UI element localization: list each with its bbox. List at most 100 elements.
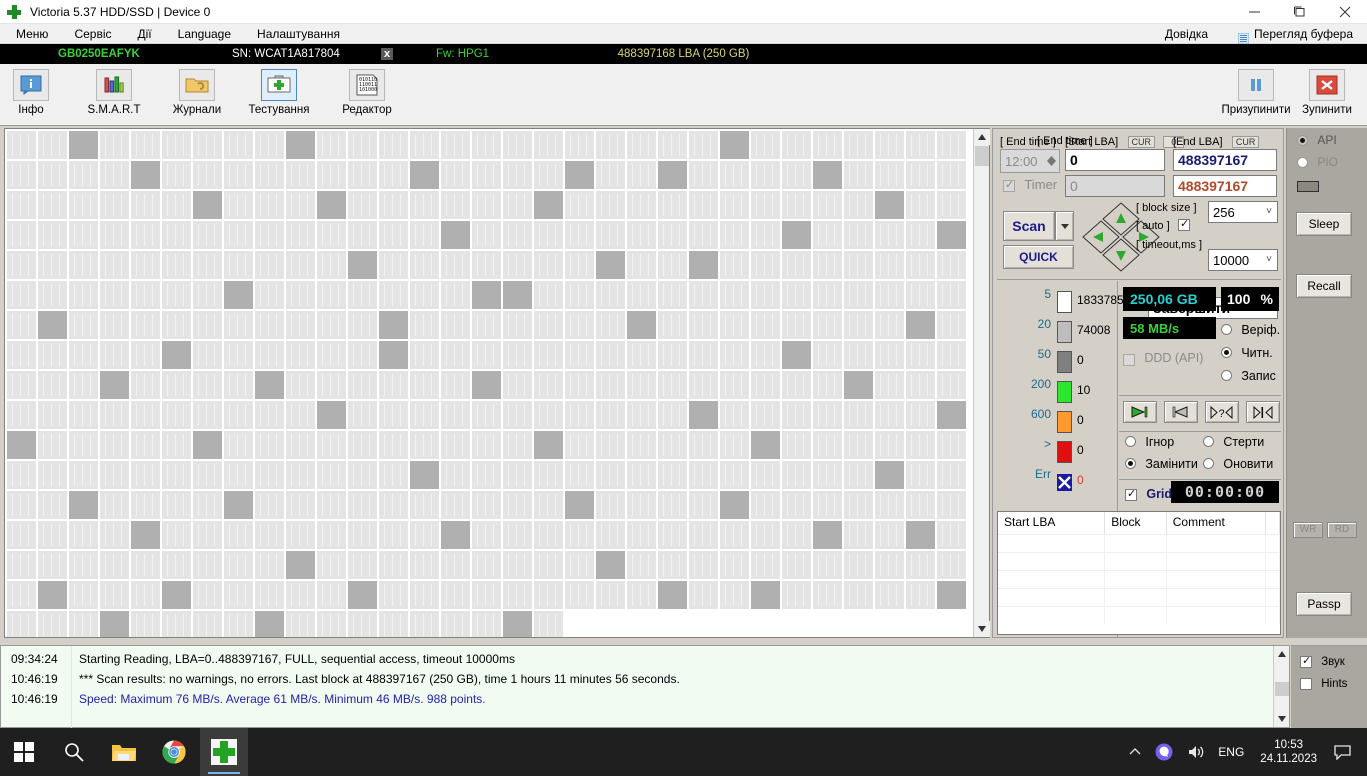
toolbar-button-info[interactable]: Інфо (0, 67, 62, 123)
menu-item-language[interactable]: Language (168, 24, 241, 44)
ddd-api-row[interactable]: DDD (API) (1123, 351, 1203, 367)
action-ignore-row[interactable]: Ігнор (1125, 435, 1174, 449)
scan-map-grid[interactable] (5, 129, 974, 637)
menu-item-actions[interactable]: Дії (128, 24, 162, 44)
pio-radio[interactable] (1297, 157, 1308, 168)
block-size-select[interactable]: 256 ˅ (1208, 201, 1278, 223)
toolbar-button-logs[interactable]: Журнали (166, 67, 228, 123)
action-refresh-radio[interactable] (1203, 458, 1214, 469)
recall-button[interactable]: Recall (1296, 274, 1352, 298)
sound-option-row[interactable]: Звук (1300, 654, 1345, 669)
timer-checkbox[interactable] (1003, 178, 1015, 192)
scan-button[interactable]: Scan (1003, 211, 1055, 241)
end-time-spinner[interactable] (1047, 155, 1059, 167)
log-scroll-down-icon[interactable] (1274, 711, 1290, 727)
mode-verify-radio[interactable] (1221, 324, 1232, 335)
file-explorer-icon[interactable] (100, 728, 148, 776)
grid-checkbox-row[interactable]: Grid (1125, 487, 1172, 502)
toolbar-button-editor[interactable]: 010110 110011 101000 Редактор (336, 67, 398, 123)
mode-verify-row[interactable]: Веріф. (1221, 323, 1280, 337)
log-scrollbar[interactable] (1273, 646, 1289, 727)
toolbar-button-pause[interactable]: Призупинити (1221, 67, 1291, 123)
log-panel[interactable]: 09:34:24 Starting Reading, LBA=0..4883971… (0, 645, 1290, 729)
log-scrollbar-thumb[interactable] (1275, 682, 1289, 696)
pio-radio-row[interactable]: PIO (1297, 155, 1338, 170)
action-erase-radio[interactable] (1203, 436, 1214, 447)
chrome-icon[interactable] (150, 728, 198, 776)
wr-button[interactable]: WR (1293, 522, 1323, 538)
mode-write-row[interactable]: Запис (1221, 369, 1276, 383)
toolbar-button-smart[interactable]: S.M.A.R.T (83, 67, 145, 123)
mode-read-radio[interactable] (1221, 347, 1232, 358)
action-ignore-radio[interactable] (1125, 436, 1136, 447)
rd-button[interactable]: RD (1327, 522, 1357, 538)
mode-read-row[interactable]: Читн. (1221, 346, 1273, 360)
chevron-up-icon[interactable] (1122, 748, 1148, 756)
language-indicator[interactable]: ENG (1212, 745, 1250, 759)
action-replace-row[interactable]: Замінити (1125, 457, 1198, 471)
table-row[interactable] (998, 534, 1280, 552)
auto-checkbox[interactable] (1177, 217, 1190, 231)
table-row[interactable] (998, 570, 1280, 588)
menu-item-help[interactable]: Довідка (1155, 24, 1218, 44)
action-erase-row[interactable]: Стерти (1203, 435, 1264, 449)
hints-checkbox[interactable] (1300, 678, 1312, 690)
ddd-api-checkbox[interactable] (1123, 354, 1135, 366)
toolbar-button-stop[interactable]: Зупинити (1296, 67, 1358, 123)
scroll-down-icon[interactable] (974, 621, 990, 637)
menu-item-buffer-view[interactable]: Перегляд буфера (1228, 24, 1363, 45)
timeout-select[interactable]: 10000 ˅ (1208, 249, 1278, 271)
scrollbar-thumb[interactable] (975, 146, 989, 166)
passp-button[interactable]: Passp (1296, 592, 1352, 616)
scan-map-scrollbar[interactable] (973, 129, 990, 637)
end-lba-input[interactable]: 488397167 (1173, 149, 1277, 171)
table-row[interactable] (998, 588, 1280, 606)
log-scroll-up-icon[interactable] (1274, 646, 1290, 662)
jump-question-button[interactable]: ? (1205, 401, 1239, 423)
action-refresh-row[interactable]: Оновити (1203, 457, 1273, 471)
menu-item-settings[interactable]: Налаштування (247, 24, 350, 44)
table-cell (1105, 589, 1167, 606)
minimize-icon[interactable] (1232, 0, 1277, 24)
end-time-field[interactable]: 12:00 (1000, 149, 1060, 173)
jump-end-button[interactable] (1246, 401, 1280, 423)
toolbar-button-testing[interactable]: Тестування (248, 67, 310, 123)
start-lba-cur-button[interactable]: CUR (1127, 136, 1156, 148)
volume-icon[interactable] (1180, 744, 1212, 760)
end-lba-cur-button[interactable]: CUR (1231, 136, 1260, 148)
end-lba-secondary-input[interactable]: 488397167 (1173, 175, 1277, 197)
mode-write-radio[interactable] (1221, 370, 1232, 381)
scan-dropdown-button[interactable] (1055, 211, 1074, 241)
scroll-up-icon[interactable] (974, 129, 990, 145)
play-backward-button[interactable] (1164, 401, 1198, 423)
notification-icon[interactable] (1327, 744, 1367, 760)
sleep-button[interactable]: Sleep (1296, 212, 1352, 236)
search-icon[interactable] (50, 728, 98, 776)
windows-start-icon[interactable] (0, 728, 48, 776)
menu-item-menu[interactable]: Меню (6, 24, 58, 44)
quick-button[interactable]: QUICK (1003, 245, 1074, 269)
drive-close-button[interactable]: x (381, 48, 393, 60)
action-replace-radio[interactable] (1125, 458, 1136, 469)
sound-checkbox[interactable] (1300, 654, 1312, 668)
close-icon[interactable] (1322, 0, 1367, 24)
hints-option-row[interactable]: Hints (1300, 678, 1347, 691)
victoria-icon[interactable] (200, 728, 248, 776)
clock-area[interactable]: 10:53 24.11.2023 (1250, 738, 1327, 766)
start-lba-input[interactable]: 0 (1065, 149, 1165, 171)
maximize-icon[interactable] (1277, 0, 1322, 24)
scan-block-slow (565, 161, 594, 189)
defects-table[interactable]: Start LBA Block Comment (997, 511, 1281, 635)
grid-checkbox[interactable] (1125, 487, 1137, 501)
timeout-value: 10000 (1213, 252, 1250, 268)
auto-row[interactable]: [ auto ] (1136, 217, 1190, 232)
timer-checkbox-row[interactable]: Timer (1003, 177, 1057, 193)
api-radio-row[interactable]: API (1297, 133, 1337, 148)
timer-value-input[interactable]: 0 (1065, 175, 1165, 197)
viber-icon[interactable] (1148, 743, 1180, 761)
table-row[interactable] (998, 606, 1280, 624)
table-row[interactable] (998, 552, 1280, 570)
api-radio[interactable] (1297, 135, 1308, 146)
menu-item-service[interactable]: Сервіс (64, 24, 121, 44)
play-forward-button[interactable] (1123, 401, 1157, 423)
